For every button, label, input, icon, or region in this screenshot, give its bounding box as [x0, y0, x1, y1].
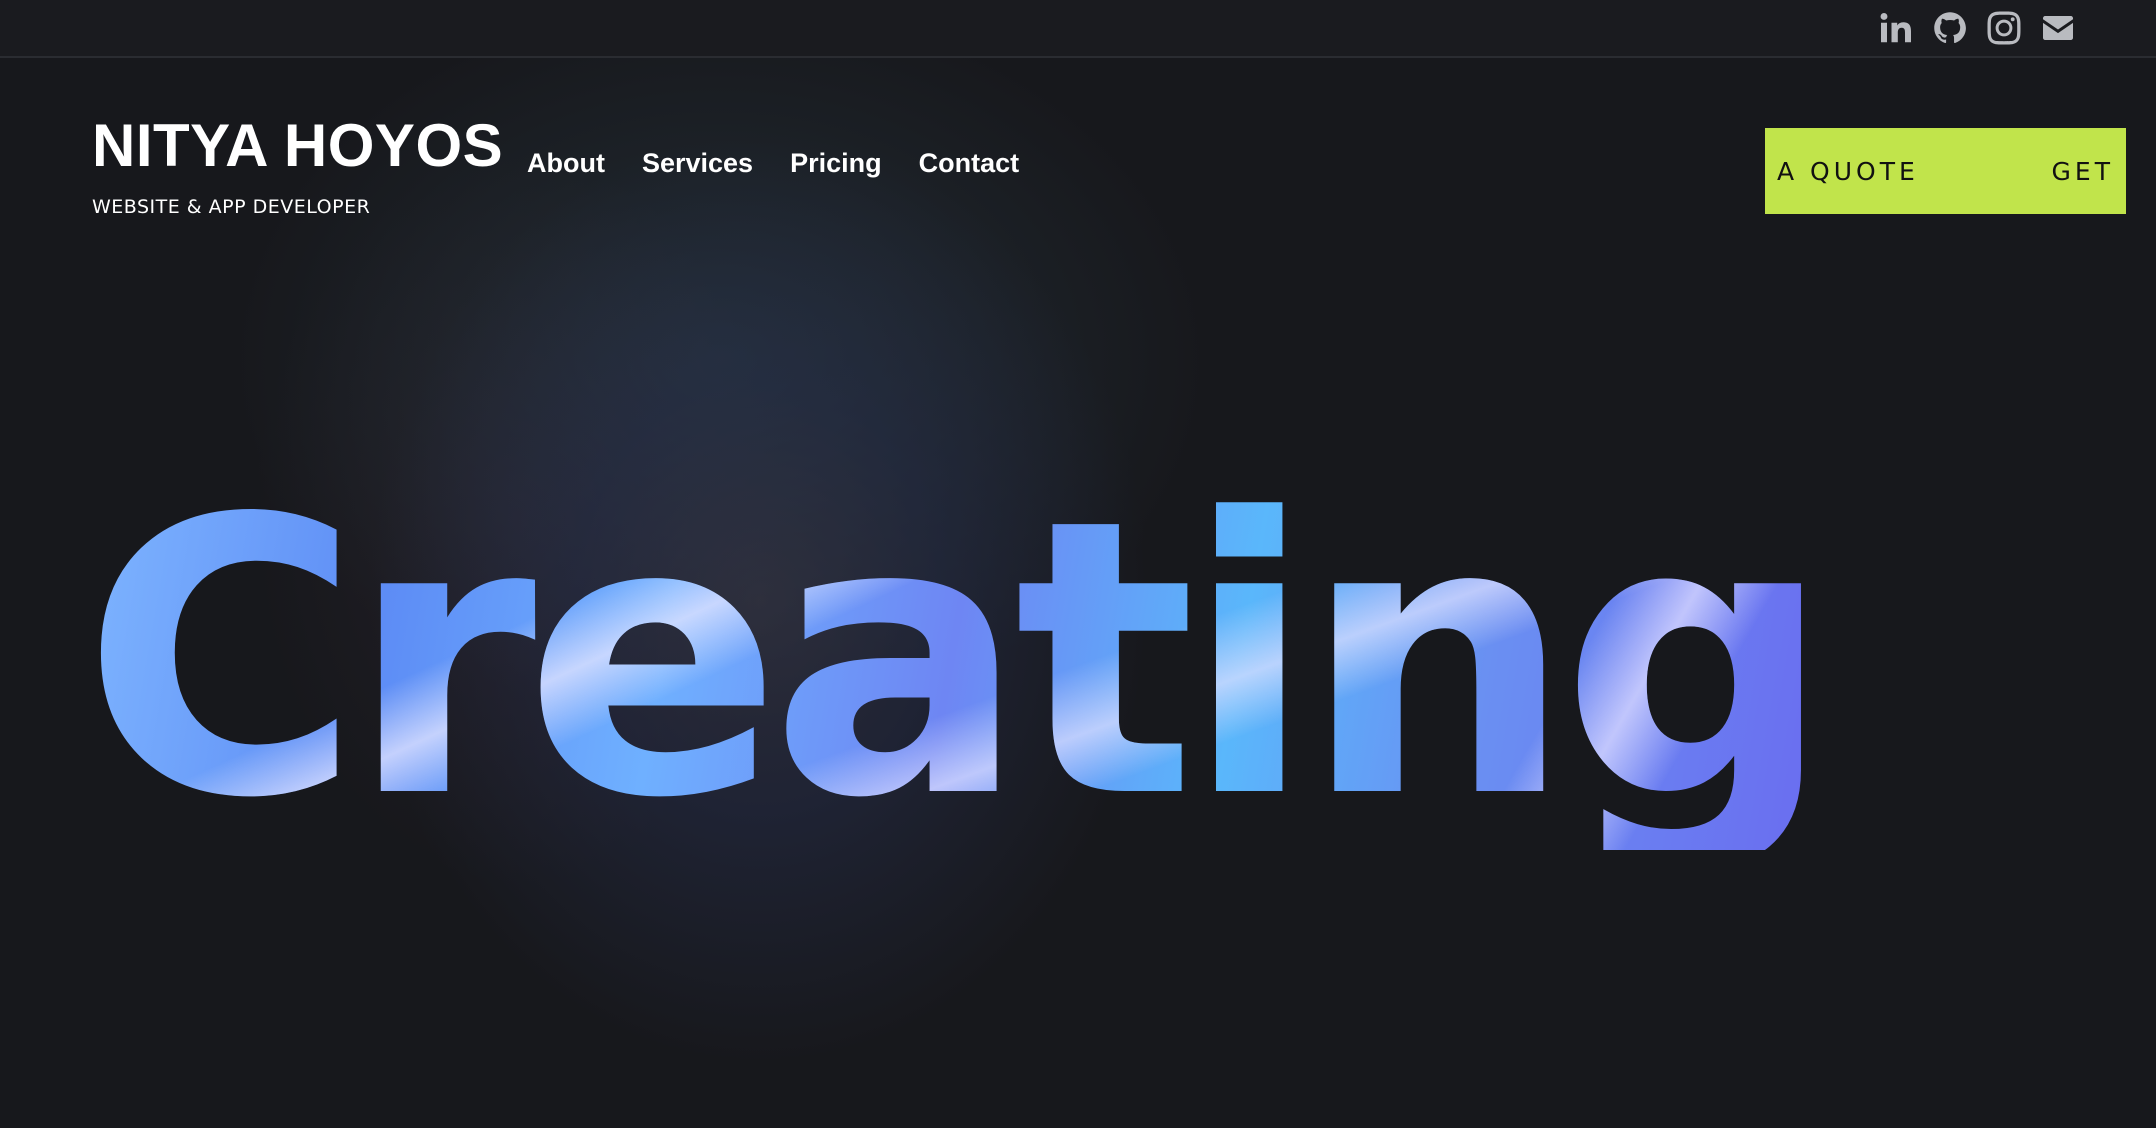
nav-item-contact[interactable]: Contact	[919, 148, 1020, 179]
social-links	[1878, 10, 2076, 46]
github-icon[interactable]	[1932, 10, 1968, 46]
instagram-icon[interactable]	[1986, 10, 2022, 46]
nav-item-services[interactable]: Services	[642, 148, 753, 179]
linkedin-icon[interactable]	[1878, 10, 1914, 46]
nav-item-about[interactable]: About	[527, 148, 605, 179]
email-icon[interactable]	[2040, 10, 2076, 46]
quote-button-label-left: A QUOTE	[1777, 156, 1919, 186]
main-nav: About Services Pricing Contact	[527, 148, 1019, 179]
nav-item-pricing[interactable]: Pricing	[790, 148, 882, 179]
quote-button-label-right: GET	[2051, 156, 2114, 186]
top-bar	[0, 0, 2156, 58]
page: NITYA HOYOS WEBSITE & APP DEVELOPER Abou…	[0, 0, 2156, 1128]
get-a-quote-button[interactable]: A QUOTE GET	[1765, 128, 2126, 214]
brand-name[interactable]: NITYA HOYOS	[92, 116, 503, 176]
brand-tagline: WEBSITE & APP DEVELOPER	[92, 196, 371, 218]
hero-heading: Creating	[82, 438, 1821, 881]
brand[interactable]: NITYA HOYOS WEBSITE & APP DEVELOPER	[92, 116, 503, 219]
